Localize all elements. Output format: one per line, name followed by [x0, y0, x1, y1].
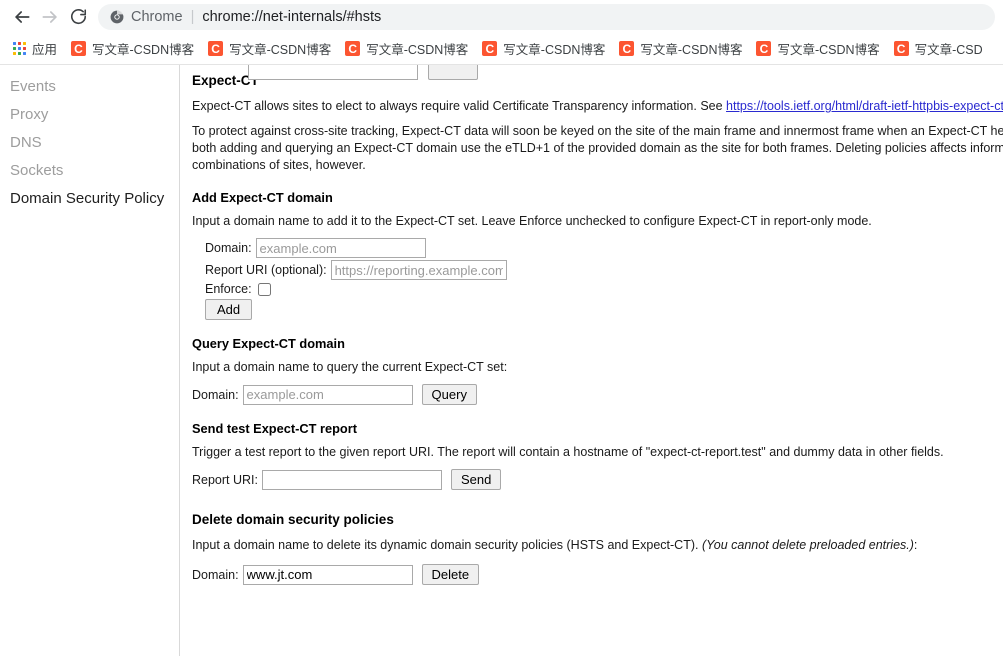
clipped-form-above [248, 65, 478, 80]
bookmark-item[interactable]: C 写文章-CSDN博客 [475, 36, 612, 61]
add-domain-heading: Add Expect-CT domain [192, 190, 333, 205]
add-report-uri-label: Report URI (optional): [205, 263, 327, 277]
bookmark-apps-label: 应用 [32, 43, 58, 57]
sidebar-item-proxy[interactable]: Proxy [0, 101, 179, 129]
expect-ct-note: To protect against cross-site tracking, … [192, 124, 1003, 172]
sidebar-item-domain-security-policy[interactable]: Domain Security Policy [0, 185, 179, 213]
chrome-logo-icon [110, 10, 124, 24]
enforce-label: Enforce: [205, 282, 252, 296]
forward-button[interactable] [36, 3, 64, 31]
csdn-icon: C [756, 41, 772, 56]
clipped-input[interactable] [248, 65, 418, 80]
bookmark-label: 写文章-CSDN博客 [503, 43, 606, 57]
main-content: Expect-CT Expect-CT allows sites to elec… [180, 65, 1003, 656]
add-domain-row: Domain: [205, 238, 1003, 258]
sidebar-item-label: Proxy [10, 106, 49, 123]
expect-ct-intro-prefix: Expect-CT allows sites to elect to alway… [192, 99, 727, 113]
add-report-uri-input[interactable] [330, 260, 507, 280]
csdn-icon: C [208, 41, 224, 56]
sidebar-item-label: Domain Security Policy [10, 190, 165, 207]
reload-button[interactable] [64, 3, 92, 31]
add-domain-form: Domain: Report URI (optional): Enforce: … [205, 238, 1003, 320]
bookmarks-bar: 应用 C 写文章-CSDN博客 C 写文章-CSDN博客 C 写文章-CSDN博… [0, 33, 1003, 65]
delete-policies-form: Domain: Delete [192, 564, 1003, 585]
send-report-heading: Send test Expect-CT report [192, 421, 357, 436]
bookmark-label: 写文章-CSDN博客 [640, 43, 743, 57]
delete-button[interactable]: Delete [421, 564, 480, 585]
omnibox-url[interactable]: chrome://net-internals/#hsts [202, 9, 381, 25]
reload-icon [69, 7, 88, 26]
bookmark-label: 写文章-CSDN博客 [229, 43, 332, 57]
add-button-row: Add [205, 299, 1003, 320]
bookmark-label: 写文章-CSD [914, 43, 983, 57]
delete-description-end: : [913, 538, 918, 552]
bookmark-item[interactable]: C 写文章-CSDN博客 [64, 36, 201, 61]
back-arrow-icon [12, 7, 32, 27]
send-report-form: Report URI: Send [192, 469, 1003, 490]
omnibox-separator: | [190, 8, 195, 25]
enforce-row: Enforce: [205, 282, 1003, 296]
query-domain-input[interactable] [242, 384, 413, 405]
bookmark-item[interactable]: C 写文章-CSDN博客 [749, 36, 886, 61]
sidebar-item-label: Sockets [10, 162, 64, 179]
add-report-uri-row: Report URI (optional): [205, 260, 1003, 280]
enforce-checkbox[interactable] [257, 282, 271, 296]
expect-ct-intro: Expect-CT allows sites to elect to alway… [192, 98, 1003, 115]
forward-arrow-icon [40, 7, 60, 27]
query-domain-description: Input a domain name to query the current… [192, 360, 508, 374]
expect-ct-spec-link[interactable]: https://tools.ietf.org/html/draft-ietf-h… [726, 99, 1003, 113]
address-bar[interactable]: Chrome | chrome://net-internals/#hsts [98, 3, 995, 30]
bookmark-item[interactable]: C 写文章-CSDN博客 [201, 36, 338, 61]
send-report-description: Trigger a test report to the given repor… [192, 445, 944, 459]
delete-policies-heading: Delete domain security policies [192, 512, 394, 527]
add-domain-description: Input a domain name to add it to the Exp… [192, 214, 872, 228]
delete-description-main: Input a domain name to delete its dynami… [192, 538, 702, 552]
csdn-icon: C [345, 41, 361, 56]
sidebar-item-events[interactable]: Events [0, 73, 179, 101]
sidebar-item-sockets[interactable]: Sockets [0, 157, 179, 185]
csdn-icon: C [71, 41, 87, 56]
sidebar-item-label: Events [10, 78, 56, 95]
bookmark-label: 写文章-CSDN博客 [366, 43, 469, 57]
delete-domain-input[interactable] [242, 564, 413, 585]
bookmark-item[interactable]: C 写文章-CSDN博客 [338, 36, 475, 61]
bookmark-label: 写文章-CSDN博客 [92, 43, 195, 57]
query-button[interactable]: Query [421, 384, 477, 405]
delete-domain-label: Domain: [192, 567, 239, 582]
omnibox-chip-label: Chrome [131, 8, 183, 25]
send-report-uri-label: Report URI: [192, 472, 258, 487]
csdn-icon: C [482, 41, 498, 56]
bookmark-label: 写文章-CSDN博客 [777, 43, 880, 57]
csdn-icon: C [893, 41, 909, 56]
delete-policies-description: Input a domain name to delete its dynami… [192, 537, 1003, 554]
sidebar-item-label: DNS [10, 134, 42, 151]
back-button[interactable] [8, 3, 36, 31]
clipped-button[interactable] [428, 65, 478, 80]
query-domain-label: Domain: [192, 387, 239, 402]
net-internals-page: Events Proxy DNS Sockets Domain Security… [0, 65, 1003, 656]
add-domain-label: Domain: [205, 241, 252, 255]
add-domain-input[interactable] [255, 238, 426, 258]
csdn-icon: C [619, 41, 635, 56]
bookmark-apps[interactable]: 应用 [6, 36, 64, 61]
add-button[interactable]: Add [205, 299, 253, 320]
apps-grid-icon [13, 42, 26, 55]
sidebar-item-dns[interactable]: DNS [0, 129, 179, 157]
query-domain-form: Domain: Query [192, 384, 1003, 405]
bookmark-item[interactable]: C 写文章-CSDN博客 [612, 36, 749, 61]
sidebar: Events Proxy DNS Sockets Domain Security… [0, 65, 180, 656]
send-button[interactable]: Send [451, 469, 502, 490]
bookmark-item[interactable]: C 写文章-CSD [887, 36, 990, 61]
browser-toolbar: Chrome | chrome://net-internals/#hsts [0, 0, 1003, 33]
query-domain-heading: Query Expect-CT domain [192, 336, 345, 351]
delete-description-italic: (You cannot delete preloaded entries.) [701, 538, 914, 552]
send-report-uri-input[interactable] [262, 469, 442, 490]
